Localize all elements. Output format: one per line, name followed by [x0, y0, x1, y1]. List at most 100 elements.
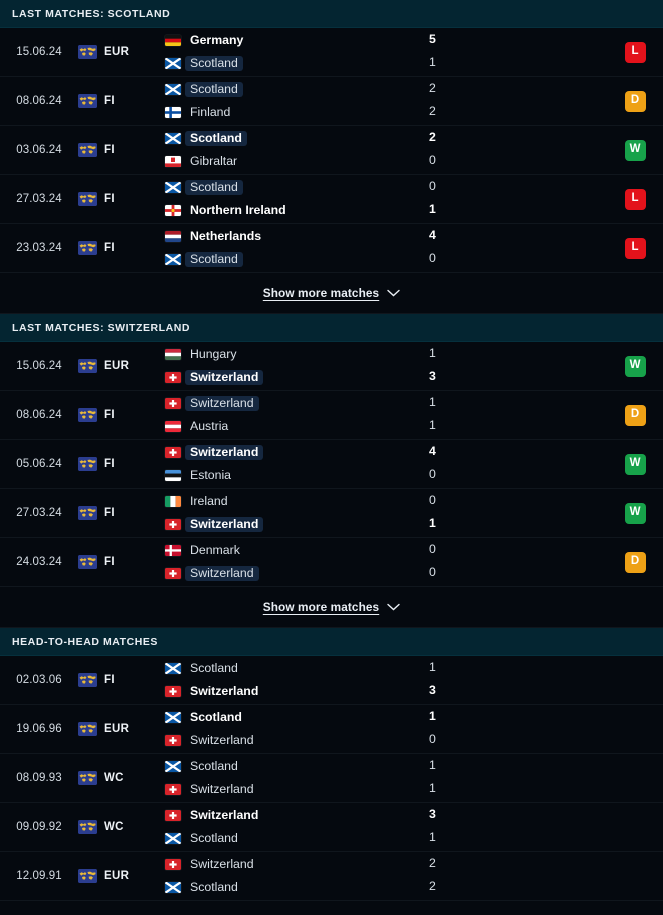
team-line-away: Estonia	[165, 468, 427, 483]
score-home: 3	[429, 807, 436, 821]
section-header-last-matches-switzerland: LAST MATCHES: SWITZERLAND	[0, 314, 663, 342]
team-name-away: Northern Ireland	[190, 203, 286, 217]
competition-cell[interactable]: FI	[78, 192, 158, 206]
competition-cell[interactable]: WC	[78, 771, 158, 785]
flag-netherlands-icon	[165, 231, 181, 242]
scores-cell: 11	[427, 759, 607, 797]
result-cell: D	[607, 90, 663, 112]
scores-cell: 40	[427, 445, 607, 483]
match-row[interactable]: 02.03.06 FI Scotland Switzerland 1 3	[0, 656, 663, 705]
match-date: 08.09.93	[16, 772, 62, 784]
match-date: 08.06.24	[16, 95, 62, 107]
competition-cell[interactable]: EUR	[78, 869, 158, 883]
match-date: 12.09.91	[16, 870, 62, 882]
team-name-home: Switzerland	[185, 445, 264, 460]
match-row[interactable]: 09.09.92 WC Switzerland Scotland 3 1	[0, 803, 663, 852]
score-away: 3	[429, 369, 436, 383]
world-map-icon	[78, 45, 97, 59]
competition-cell[interactable]: FI	[78, 241, 158, 255]
result-cell: W	[607, 453, 663, 475]
competition-cell[interactable]: EUR	[78, 722, 158, 736]
match-row[interactable]: 27.03.24 FI Scotland Northern Ireland 0 1 L	[0, 175, 663, 224]
match-row[interactable]: 15.06.24 EUR Hungary Switzerland 1 3 W	[0, 342, 663, 391]
scores-cell: 11	[427, 396, 607, 434]
team-name-away: Estonia	[190, 468, 232, 482]
flag-scotland-icon	[165, 882, 181, 893]
teams-cell: Switzerland Estonia	[158, 445, 427, 483]
team-line-away: Switzerland	[165, 782, 427, 797]
result-cell: D	[607, 551, 663, 573]
score-home: 0	[429, 542, 436, 556]
status-badge-w: W	[624, 355, 646, 377]
competition-cell[interactable]: FI	[78, 673, 158, 687]
scores-cell: 10	[427, 710, 607, 748]
flag-scotland-icon	[165, 182, 181, 193]
match-row[interactable]: 08.06.24 FI Switzerland Austria 1 1 D	[0, 391, 663, 440]
competition-cell[interactable]: FI	[78, 408, 158, 422]
team-line-home: Denmark	[165, 543, 427, 558]
score-home: 2	[429, 81, 436, 95]
section-header-head-to-head-matches: HEAD-TO-HEAD MATCHES	[0, 628, 663, 656]
world-map-icon	[78, 820, 97, 834]
score-away: 0	[429, 251, 436, 265]
show-more-matches-button[interactable]: Show more matches	[0, 273, 663, 314]
teams-cell: Hungary Switzerland	[158, 347, 427, 385]
score-away: 1	[429, 830, 436, 844]
match-row[interactable]: 05.06.24 FI Switzerland Estonia 4 0 W	[0, 440, 663, 489]
team-name-away: Scotland	[185, 252, 243, 267]
team-line-home: Scotland	[165, 180, 427, 195]
competition-cell[interactable]: WC	[78, 820, 158, 834]
match-date: 03.06.24	[16, 144, 62, 156]
team-name-home: Germany	[190, 33, 244, 47]
team-name-away: Austria	[190, 419, 229, 433]
match-row[interactable]: 19.06.96 EUR Scotland Switzerland 1 0	[0, 705, 663, 754]
match-row[interactable]: 03.06.24 FI Scotland Gibraltar 2 0 W	[0, 126, 663, 175]
competition-label: EUR	[104, 723, 130, 735]
result-cell: W	[607, 355, 663, 377]
score-away: 2	[429, 879, 436, 893]
match-row[interactable]: 08.09.93 WC Scotland Switzerland 1 1	[0, 754, 663, 803]
flag-scotland-icon	[165, 663, 181, 674]
score-away: 1	[429, 516, 436, 530]
team-name-home: Scotland	[185, 131, 247, 146]
match-row[interactable]: 24.03.24 FI Denmark Switzerland 0 0 D	[0, 538, 663, 587]
scores-cell: 51	[427, 33, 607, 71]
competition-cell[interactable]: FI	[78, 457, 158, 471]
world-map-icon	[78, 359, 97, 373]
teams-cell: Switzerland Austria	[158, 396, 427, 434]
match-date: 09.09.92	[16, 821, 62, 833]
world-map-icon	[78, 143, 97, 157]
flag-scotland-icon	[165, 133, 181, 144]
competition-cell[interactable]: FI	[78, 143, 158, 157]
team-line-away: Finland	[165, 105, 427, 120]
scores-cell: 31	[427, 808, 607, 846]
teams-cell: Netherlands Scotland	[158, 229, 427, 267]
match-date: 27.03.24	[16, 193, 62, 205]
status-badge-w: W	[624, 502, 646, 524]
competition-cell[interactable]: FI	[78, 506, 158, 520]
teams-cell: Switzerland Scotland	[158, 808, 427, 846]
score-home: 0	[429, 179, 436, 193]
competition-label: FI	[104, 674, 115, 686]
team-line-home: Scotland	[165, 131, 427, 146]
scores-cell: 01	[427, 494, 607, 532]
result-cell: W	[607, 139, 663, 161]
competition-cell[interactable]: EUR	[78, 45, 158, 59]
competition-cell[interactable]: FI	[78, 94, 158, 108]
match-row[interactable]: 08.06.24 FI Scotland Finland 2 2 D	[0, 77, 663, 126]
score-home: 1	[429, 758, 436, 772]
match-row[interactable]: 23.03.24 FI Netherlands Scotland 4 0 L	[0, 224, 663, 273]
match-row[interactable]: 15.06.24 EUR Germany Scotland 5 1 L	[0, 28, 663, 77]
competition-cell[interactable]: EUR	[78, 359, 158, 373]
competition-label: WC	[104, 821, 124, 833]
team-line-home: Scotland	[165, 710, 427, 725]
match-date: 15.06.24	[16, 360, 62, 372]
show-more-matches-button[interactable]: Show more matches	[0, 587, 663, 628]
competition-cell[interactable]: FI	[78, 555, 158, 569]
team-name-home: Scotland	[185, 180, 243, 195]
match-row[interactable]: 12.09.91 EUR Switzerland Scotland 2 2	[0, 852, 663, 901]
team-line-home: Switzerland	[165, 808, 427, 823]
flag-scotland-icon	[165, 254, 181, 265]
match-row[interactable]: 27.03.24 FI Ireland Switzerland 0 1 W	[0, 489, 663, 538]
flag-switzerland-icon	[165, 568, 181, 579]
